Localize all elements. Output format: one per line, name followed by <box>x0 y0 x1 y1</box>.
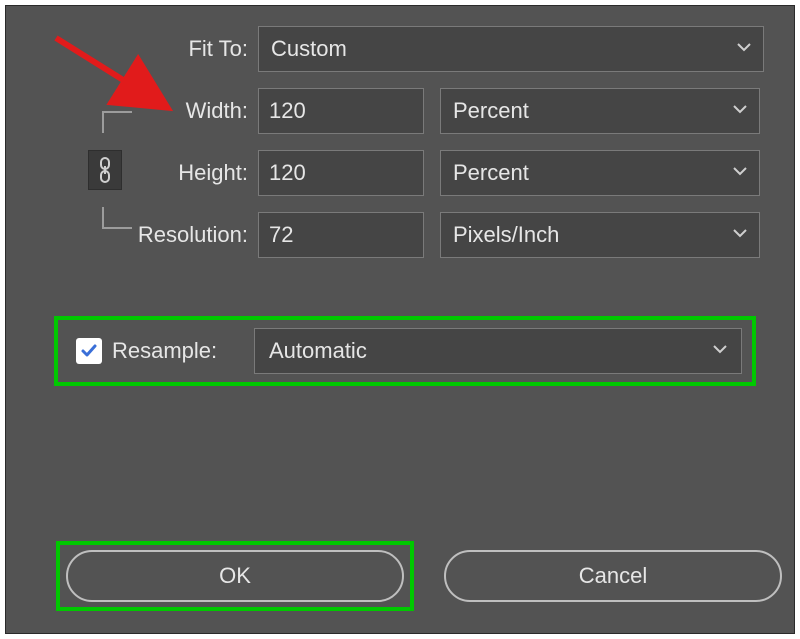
height-unit-value: Percent <box>453 160 529 186</box>
image-size-dialog: Fit To: Custom Width: Percent Height: <box>5 5 795 634</box>
ok-button[interactable]: OK <box>66 550 404 602</box>
cancel-label: Cancel <box>579 563 647 589</box>
width-input[interactable] <box>258 88 424 134</box>
fit-to-select[interactable]: Custom <box>258 26 764 72</box>
brace-icon <box>102 111 132 133</box>
resample-checkbox[interactable] <box>76 338 102 364</box>
fit-to-value: Custom <box>271 36 347 62</box>
height-input[interactable] <box>258 150 424 196</box>
brace-icon <box>102 207 132 229</box>
chevron-down-icon <box>737 42 751 56</box>
cancel-button[interactable]: Cancel <box>444 550 782 602</box>
chain-link-icon <box>88 150 122 190</box>
chevron-down-icon <box>733 104 747 118</box>
resample-label: Resample: <box>112 338 254 364</box>
ok-highlight: OK <box>56 541 414 611</box>
resample-value: Automatic <box>269 338 367 364</box>
dialog-buttons: OK Cancel <box>56 541 782 611</box>
chevron-down-icon <box>733 228 747 242</box>
resample-select[interactable]: Automatic <box>254 328 742 374</box>
ok-label: OK <box>219 563 251 589</box>
resolution-unit-value: Pixels/Inch <box>453 222 559 248</box>
constrain-proportions[interactable] <box>88 111 140 229</box>
width-unit-value: Percent <box>453 98 529 124</box>
resolution-input[interactable] <box>258 212 424 258</box>
height-unit-select[interactable]: Percent <box>440 150 760 196</box>
chevron-down-icon <box>733 166 747 180</box>
resample-row: Resample: Automatic <box>54 316 756 386</box>
fit-to-label: Fit To: <box>6 36 258 62</box>
resolution-unit-select[interactable]: Pixels/Inch <box>440 212 760 258</box>
width-unit-select[interactable]: Percent <box>440 88 760 134</box>
chevron-down-icon <box>713 344 727 358</box>
